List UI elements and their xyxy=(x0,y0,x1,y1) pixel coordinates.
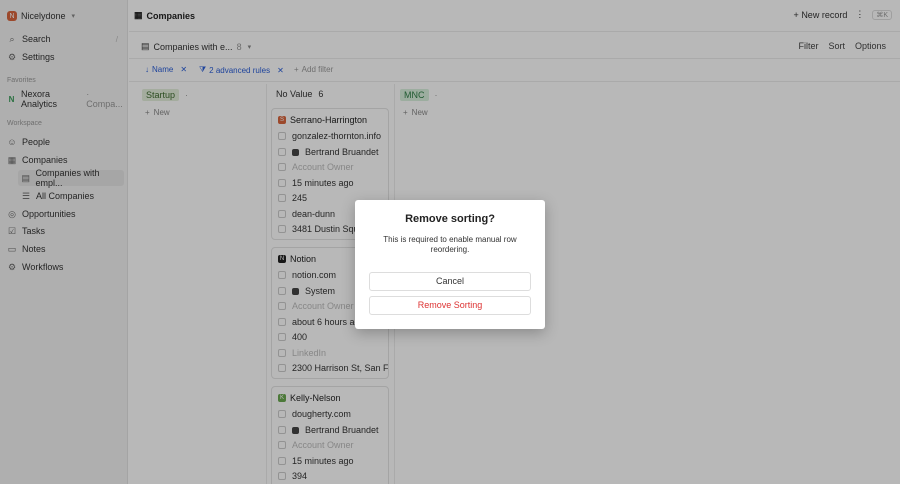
dialog-body: This is required to enable manual row re… xyxy=(383,235,517,254)
remove-sorting-button[interactable]: Remove Sorting xyxy=(369,296,531,315)
cancel-button[interactable]: Cancel xyxy=(369,272,531,291)
remove-sorting-dialog: Remove sorting? This is required to enab… xyxy=(355,200,545,329)
dialog-title: Remove sorting? xyxy=(405,213,495,225)
